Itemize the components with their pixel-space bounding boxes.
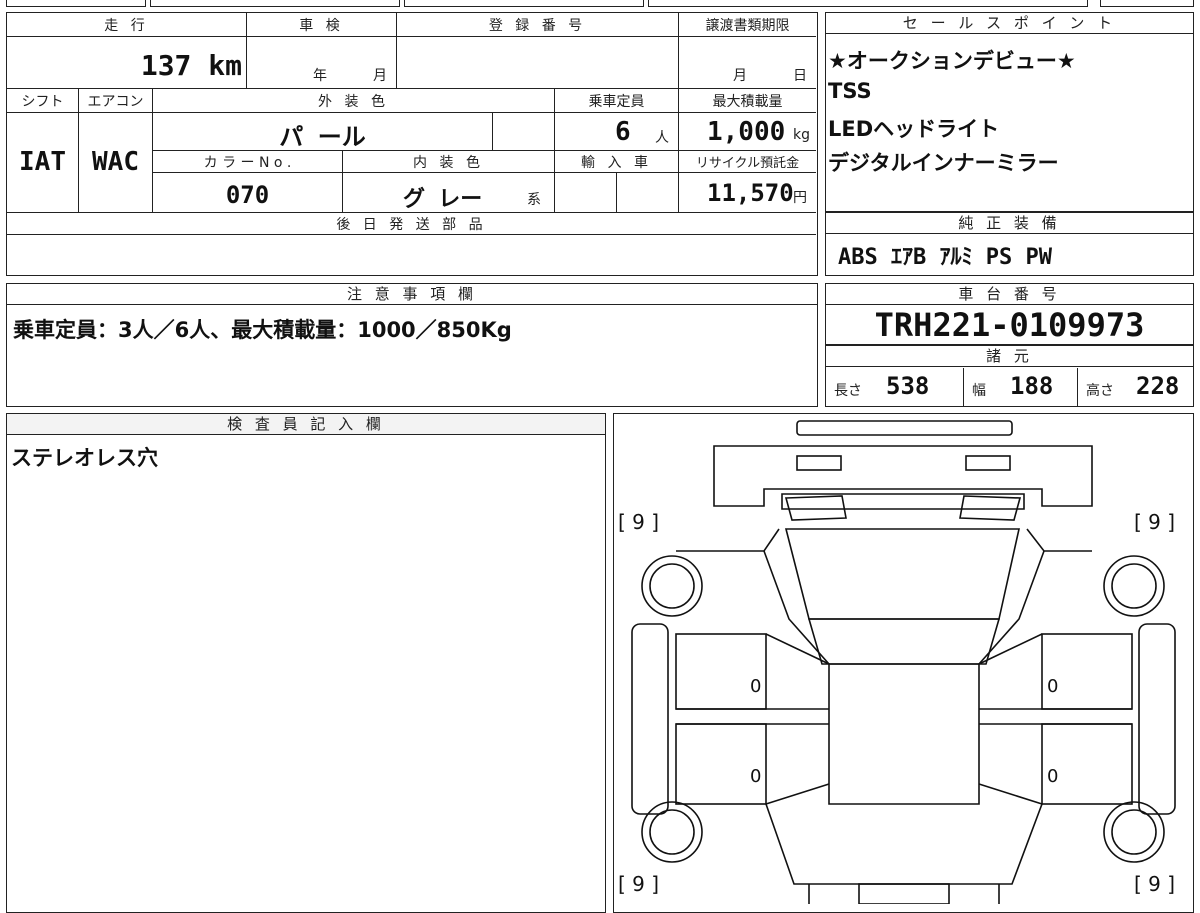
inspection-month: 月	[373, 68, 387, 84]
width-value: 188	[1010, 372, 1054, 400]
chassis-number: TRH221-0109973	[874, 306, 1145, 344]
inspection-label: 車 検	[299, 18, 344, 34]
specs-box: 諸 元 長さ 538 幅 188 高さ 228	[825, 345, 1194, 407]
top-strip	[6, 0, 1194, 7]
inspector-header: 検 査 員 記 入 欄	[7, 414, 605, 435]
chassis-header: 車 台 番 号	[826, 284, 1193, 305]
capacity-unit: 人	[655, 130, 669, 146]
shift-label: シフト	[21, 94, 64, 110]
mileage-label: 走 行	[104, 18, 149, 34]
tire-rear-right: [ 9 ]	[1134, 872, 1176, 896]
transfer-label: 譲渡書類期限	[705, 18, 790, 34]
length-label: 長さ	[834, 383, 862, 399]
recycle-label: リサイクル預託金	[695, 156, 800, 171]
height-label: 高さ	[1086, 383, 1114, 399]
capacity-label: 乗車定員	[588, 94, 645, 110]
sales-points-box: セ ー ル ス ポ イ ン ト ★オークションデビュー★ TSS LEDヘッドラ…	[825, 12, 1194, 212]
sales-points-header: セ ー ル ス ポ イ ン ト	[826, 13, 1193, 34]
inspector-box: 検 査 員 記 入 欄 ステレオレス穴	[6, 413, 606, 913]
mileage-value: 137 km	[140, 49, 242, 82]
notes-header: 注 意 事 項 欄	[7, 284, 817, 305]
later-parts-value	[7, 235, 816, 273]
tire-front-left: [ 9 ]	[618, 510, 660, 534]
sales-point-1: ★オークションデビュー★	[828, 49, 1076, 73]
notes-text: 乗車定員：3人／6人、最大積載量：1000／850Kg	[13, 318, 512, 342]
color-no-label: カ ラ ー N o .	[203, 155, 292, 171]
import-label: 輸 入 車	[581, 155, 652, 171]
capacity-value: 6	[615, 117, 631, 147]
car-damage-diagram: [ 9 ] [ 9 ] [ 9 ] [ 9 ] 0 0 0 0	[613, 413, 1194, 913]
standard-equipment-box: 純 正 装 備 ABS ｴｱB ｱﾙﾐ PS PW	[825, 212, 1194, 276]
recycle-unit: 円	[793, 190, 807, 206]
registration-label: 登 録 番 号	[488, 18, 587, 34]
color-no-value: 070	[225, 181, 270, 209]
door-mark-rear-left: 0	[750, 766, 762, 787]
sales-point-2: TSS	[828, 79, 872, 103]
main-vehicle-table: 走 行 車 検 登 録 番 号 譲渡書類期限 137 km 年 月 月 日 シフ…	[6, 12, 818, 276]
height-value: 228	[1136, 372, 1180, 400]
tire-rear-left: [ 9 ]	[618, 872, 660, 896]
car-outline-svg	[631, 420, 1176, 904]
sales-point-4: デジタルインナーミラー	[828, 151, 1059, 175]
standard-equipment-header: 純 正 装 備	[826, 213, 1193, 234]
sales-point-3: LEDヘッドライト	[828, 117, 1000, 141]
specs-header: 諸 元	[826, 346, 1193, 367]
door-mark-rear-right: 0	[1047, 766, 1059, 787]
interior-label: 内 装 色	[413, 155, 484, 171]
door-mark-front-left: 0	[750, 676, 762, 697]
standard-equipment-value: ABS ｴｱB ｱﾙﾐ PS PW	[838, 245, 1052, 270]
notes-box: 注 意 事 項 欄 乗車定員：3人／6人、最大積載量：1000／850Kg	[6, 283, 818, 407]
inspector-text: ステレオレス穴	[11, 446, 158, 470]
registration-value	[397, 37, 679, 89]
transfer-month: 月	[733, 68, 747, 84]
tire-front-right: [ 9 ]	[1134, 510, 1176, 534]
exterior-value: パ ール	[279, 123, 366, 151]
exterior-label: 外 装 色	[318, 94, 389, 110]
interior-suffix: 系	[527, 192, 541, 208]
max-load-value: 1,000	[707, 117, 786, 147]
later-parts-label: 後 日 発 送 部 品	[336, 217, 487, 233]
length-value: 538	[886, 372, 930, 400]
width-label: 幅	[972, 383, 986, 399]
shift-value: IAT	[19, 147, 66, 177]
recycle-value: 11,570	[707, 179, 794, 207]
max-load-label: 最大積載量	[712, 94, 783, 110]
ac-value: WAC	[92, 147, 139, 177]
door-mark-front-right: 0	[1047, 676, 1059, 697]
chassis-box: 車 台 番 号 TRH221-0109973	[825, 283, 1194, 345]
max-load-unit: kg	[793, 127, 810, 143]
ac-label: エアコン	[87, 94, 144, 110]
transfer-day: 日	[793, 68, 807, 84]
interior-value: グ レー	[403, 187, 483, 212]
inspection-year: 年	[313, 68, 327, 84]
